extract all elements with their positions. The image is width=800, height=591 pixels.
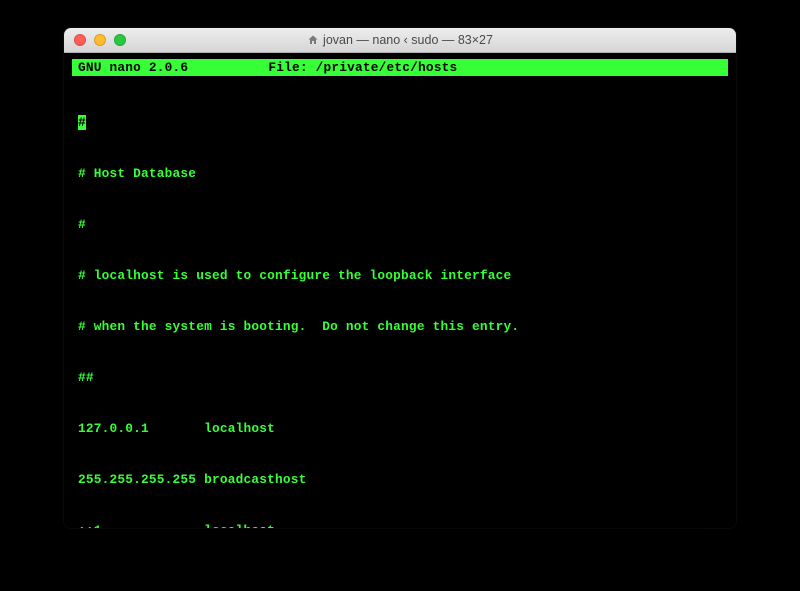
cursor-icon: # bbox=[78, 115, 86, 130]
editor-line: # when the system is booting. Do not cha… bbox=[78, 318, 722, 335]
window-title-text: jovan — nano ‹ sudo — 83×27 bbox=[323, 33, 493, 47]
nano-file-label: File: /private/etc/hosts bbox=[228, 59, 722, 76]
editor-line: ## bbox=[78, 369, 722, 386]
editor-line: # Host Database bbox=[78, 165, 722, 182]
nano-header: GNU nano 2.0.6 File: /private/etc/hosts bbox=[72, 59, 728, 76]
editor-line: # bbox=[78, 114, 722, 131]
home-icon bbox=[307, 34, 319, 46]
editor-line: ::1 localhost bbox=[78, 522, 722, 528]
editor-line: # localhost is used to configure the loo… bbox=[78, 267, 722, 284]
editor-line: 127.0.0.1 localhost bbox=[78, 420, 722, 437]
window-title: jovan — nano ‹ sudo — 83×27 bbox=[64, 28, 736, 52]
traffic-lights bbox=[64, 34, 126, 46]
editor-content[interactable]: # # Host Database # # localhost is used … bbox=[68, 78, 732, 528]
minimize-icon[interactable] bbox=[94, 34, 106, 46]
editor-line: # bbox=[78, 216, 722, 233]
nano-app-label: GNU nano 2.0.6 bbox=[78, 59, 228, 76]
zoom-icon[interactable] bbox=[114, 34, 126, 46]
editor-line: 255.255.255.255 broadcasthost bbox=[78, 471, 722, 488]
close-icon[interactable] bbox=[74, 34, 86, 46]
terminal-window: jovan — nano ‹ sudo — 83×27 GNU nano 2.0… bbox=[64, 28, 736, 528]
window-titlebar: jovan — nano ‹ sudo — 83×27 bbox=[64, 28, 736, 53]
terminal-body[interactable]: GNU nano 2.0.6 File: /private/etc/hosts … bbox=[64, 53, 736, 528]
